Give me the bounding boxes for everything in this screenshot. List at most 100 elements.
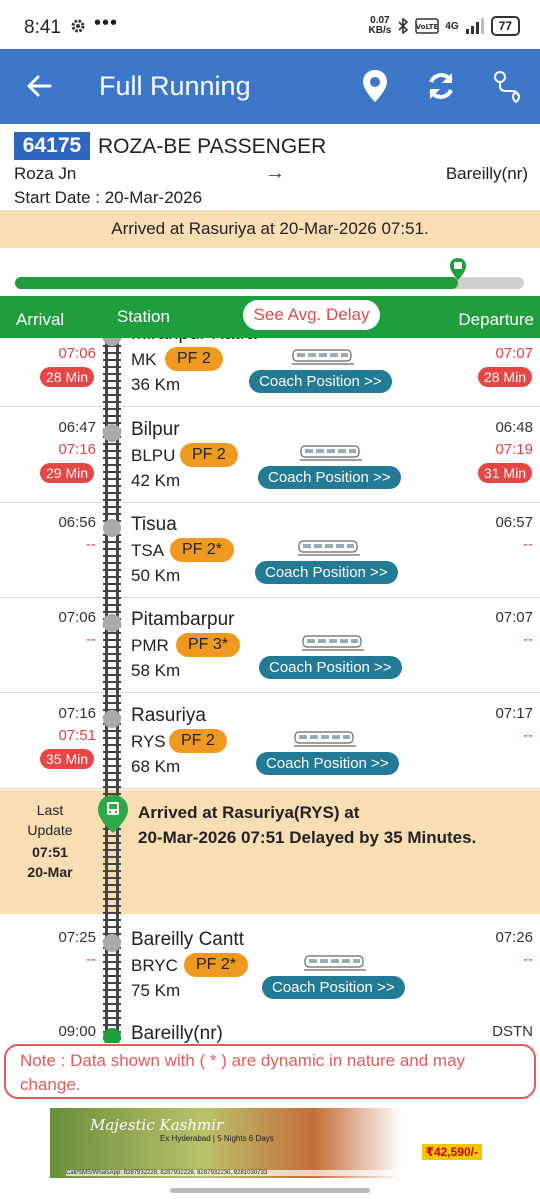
station-code: BRYC [131,956,178,975]
see-avg-delay-button[interactable]: See Avg. Delay [243,300,380,330]
actual-departure: 07:07 [495,345,533,362]
scheduled-departure: 06:57 [495,514,533,531]
coach-position-button[interactable]: Coach Position >> [255,561,398,584]
station-dot [103,934,121,952]
volte-icon: VoLTE [415,18,440,34]
train-coach-icon [300,445,362,461]
scheduled-departure: DSTN [492,1023,533,1040]
station-dot [103,614,121,632]
platform-badge: PF 2 [165,347,223,371]
actual-departure: 07:19 [495,441,533,458]
signal-icon [465,18,484,34]
station-name: Pitambarpur [131,609,235,630]
actual-departure: -- [523,536,533,553]
train-coach-icon [298,540,360,556]
actual-departure: -- [523,631,533,648]
departure-delay-badge: 31 Min [477,463,532,483]
app-bar: Full Running [0,49,540,124]
ad-price: ₹42,590/- [421,1144,482,1160]
departure-column-label: Departure [458,310,534,329]
train-number: 64175 [14,132,90,160]
train-coach-icon [294,731,356,747]
train-marker-icon [449,258,466,280]
distance-km: 50 Km [131,566,181,585]
last-update-label: Last [36,802,64,818]
coach-position-button[interactable]: Coach Position >> [258,466,401,489]
train-coach-icon [292,349,354,365]
scheduled-departure: 07:26 [495,929,533,946]
actual-arrival: -- [86,631,96,648]
coach-position-button[interactable]: Coach Position >> [262,976,405,999]
network-type: 4G [445,20,459,32]
route-icon[interactable] [492,69,524,103]
station-name: Bilpur [131,419,180,440]
actual-arrival: -- [86,951,96,968]
station-code: TSA [131,541,165,560]
coach-position-button[interactable]: Coach Position >> [259,656,402,679]
column-header: Arrival Station See Avg. Delay Departure [0,296,540,338]
coach-position-button[interactable]: Coach Position >> [256,752,399,775]
actual-departure: -- [523,727,533,744]
station-dot [103,424,121,442]
network-speed: 0.07 KB/s [368,15,392,36]
platform-badge: PF 2* [184,953,249,977]
station-name: Bareilly(nr) [131,1023,223,1043]
back-arrow-icon[interactable] [24,71,54,101]
journey-progress-fill [15,277,458,289]
scheduled-arrival: 06:56 [58,514,96,531]
gear-icon [71,19,85,33]
actual-departure: -- [523,951,533,968]
departure-delay-badge: 28 Min [477,367,532,387]
refresh-icon[interactable] [424,69,458,103]
journey-progress-bar [15,258,524,289]
station-column-label: Station [117,307,170,326]
current-location-pin-icon [98,795,128,833]
ad-contact: Call/SMS/WhatsApp: 8287932228, 828793222… [66,1170,486,1176]
station-name: Bareilly Cantt [131,929,244,950]
platform-badge: PF 2* [170,538,235,562]
scheduled-departure: 07:17 [495,705,533,722]
last-update-label: Update [27,822,73,838]
distance-km: 58 Km [131,661,181,680]
scheduled-arrival: 07:16 [58,705,96,722]
ad-subtitle: Ex Hyderabad | 5 Nights 6 Days [160,1134,274,1143]
battery-indicator: 77 [490,16,520,36]
distance-km: 75 Km [131,981,181,1000]
destination-station: Bareilly(nr) [445,164,528,183]
page-title: Full Running [99,71,251,101]
arrival-status-banner: Arrived at Rasuriya at 20-Mar-2026 07:51… [0,210,540,248]
scheduled-departure: 07:07 [495,609,533,626]
platform-badge: PF 3* [176,633,241,657]
location-pin-icon[interactable] [362,69,388,103]
scheduled-arrival: 07:06 [58,609,96,626]
more-notifications-icon: ••• [94,12,119,34]
home-indicator[interactable] [170,1188,370,1193]
coach-position-button[interactable]: Coach Position >> [249,370,392,393]
scheduled-arrival: 07:25 [58,929,96,946]
train-name: ROZA-BE PASSENGER [98,135,327,158]
advertisement-banner[interactable]: Majestic Kashmir Ex Hyderabad | 5 Nights… [50,1108,490,1178]
last-update-message: Arrived at Rasuriya(RYS) at [138,803,360,822]
scheduled-arrival: 09:00 [58,1023,96,1040]
scheduled-departure: 06:48 [495,419,533,436]
platform-badge: PF 2 [169,729,227,753]
scheduled-arrival: 06:38 [58,338,96,340]
ad-title: Majestic Kashmir [90,1116,224,1134]
dynamic-data-note: Note : Data shown with ( * ) are dynamic… [4,1044,536,1099]
origin-station: Roza Jn [14,164,77,183]
svg-text:VoLTE: VoLTE [416,23,439,31]
arrival-delay-badge: 29 Min [40,463,95,483]
station-code: BLPU [131,446,176,465]
train-coach-icon [304,955,366,971]
station-code: MK [131,350,157,369]
station-name: Rasuriya [131,705,206,726]
last-update-message: 20-Mar-2026 07:51 Delayed by 35 Minutes. [138,828,477,847]
last-update-time: 07:51 [32,844,68,860]
platform-badge: PF 2 [180,443,238,467]
arrival-delay-badge: 28 Min [40,367,95,387]
station-code: RYS [131,732,166,751]
station-dot [103,710,121,728]
actual-arrival: 07:51 [58,727,96,744]
actual-arrival: 07:06 [58,345,96,362]
station-list[interactable]: 06:38 07:06 28 Min 06:39 07:07 28 Min Miranpur… [0,338,540,1043]
